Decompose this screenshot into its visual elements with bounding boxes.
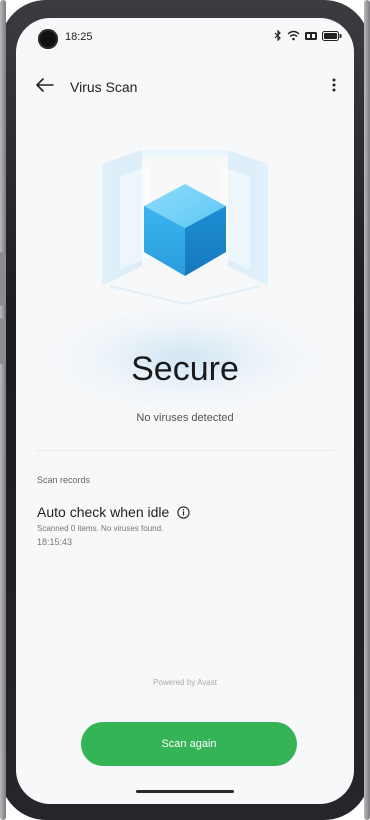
home-indicator[interactable] — [136, 790, 234, 793]
signal-icon — [305, 31, 317, 41]
scan-record-title-row: Auto check when idle — [37, 504, 327, 520]
arrow-left-icon — [36, 77, 54, 97]
phone-frame: 18:25 Virus Scan Secure No viruses detec… — [0, 0, 370, 820]
info-icon[interactable] — [177, 505, 190, 519]
powered-by-label: Powered by Avast — [153, 678, 217, 687]
security-cube-illustration — [80, 136, 290, 316]
scan-status-subtitle: No viruses detected — [136, 412, 234, 424]
status-icons — [274, 30, 342, 41]
bluetooth-icon — [274, 30, 282, 41]
scan-status-title: Secure — [131, 350, 239, 388]
more-options-button[interactable] — [326, 76, 342, 98]
scan-record-title: Auto check when idle — [37, 504, 170, 520]
scan-record-time: 18:15:43 — [37, 537, 73, 547]
scan-records-label: Scan records — [37, 475, 91, 485]
top-app-bar: Virus Scan — [16, 76, 354, 104]
scan-record-item[interactable]: Auto check when idle Scanned 0 items. No… — [37, 504, 327, 547]
volume-button — [0, 252, 6, 306]
front-camera — [38, 29, 58, 49]
wifi-icon — [287, 30, 300, 41]
scan-record-detail: Scanned 0 items. No viruses found. — [37, 524, 164, 533]
page-title: Virus Scan — [70, 79, 138, 95]
power-button — [0, 318, 6, 364]
status-time: 18:25 — [65, 31, 93, 43]
divider — [36, 450, 334, 451]
back-button[interactable] — [34, 76, 56, 98]
scan-again-button[interactable]: Scan again — [81, 722, 297, 766]
status-bar: 18:25 — [16, 18, 354, 54]
more-vertical-icon — [332, 77, 336, 98]
phone-screen: 18:25 Virus Scan Secure No viruses detec… — [16, 18, 354, 804]
phone-rail-right — [364, 0, 370, 820]
phone-rail-left — [0, 0, 6, 820]
battery-icon — [322, 30, 342, 41]
